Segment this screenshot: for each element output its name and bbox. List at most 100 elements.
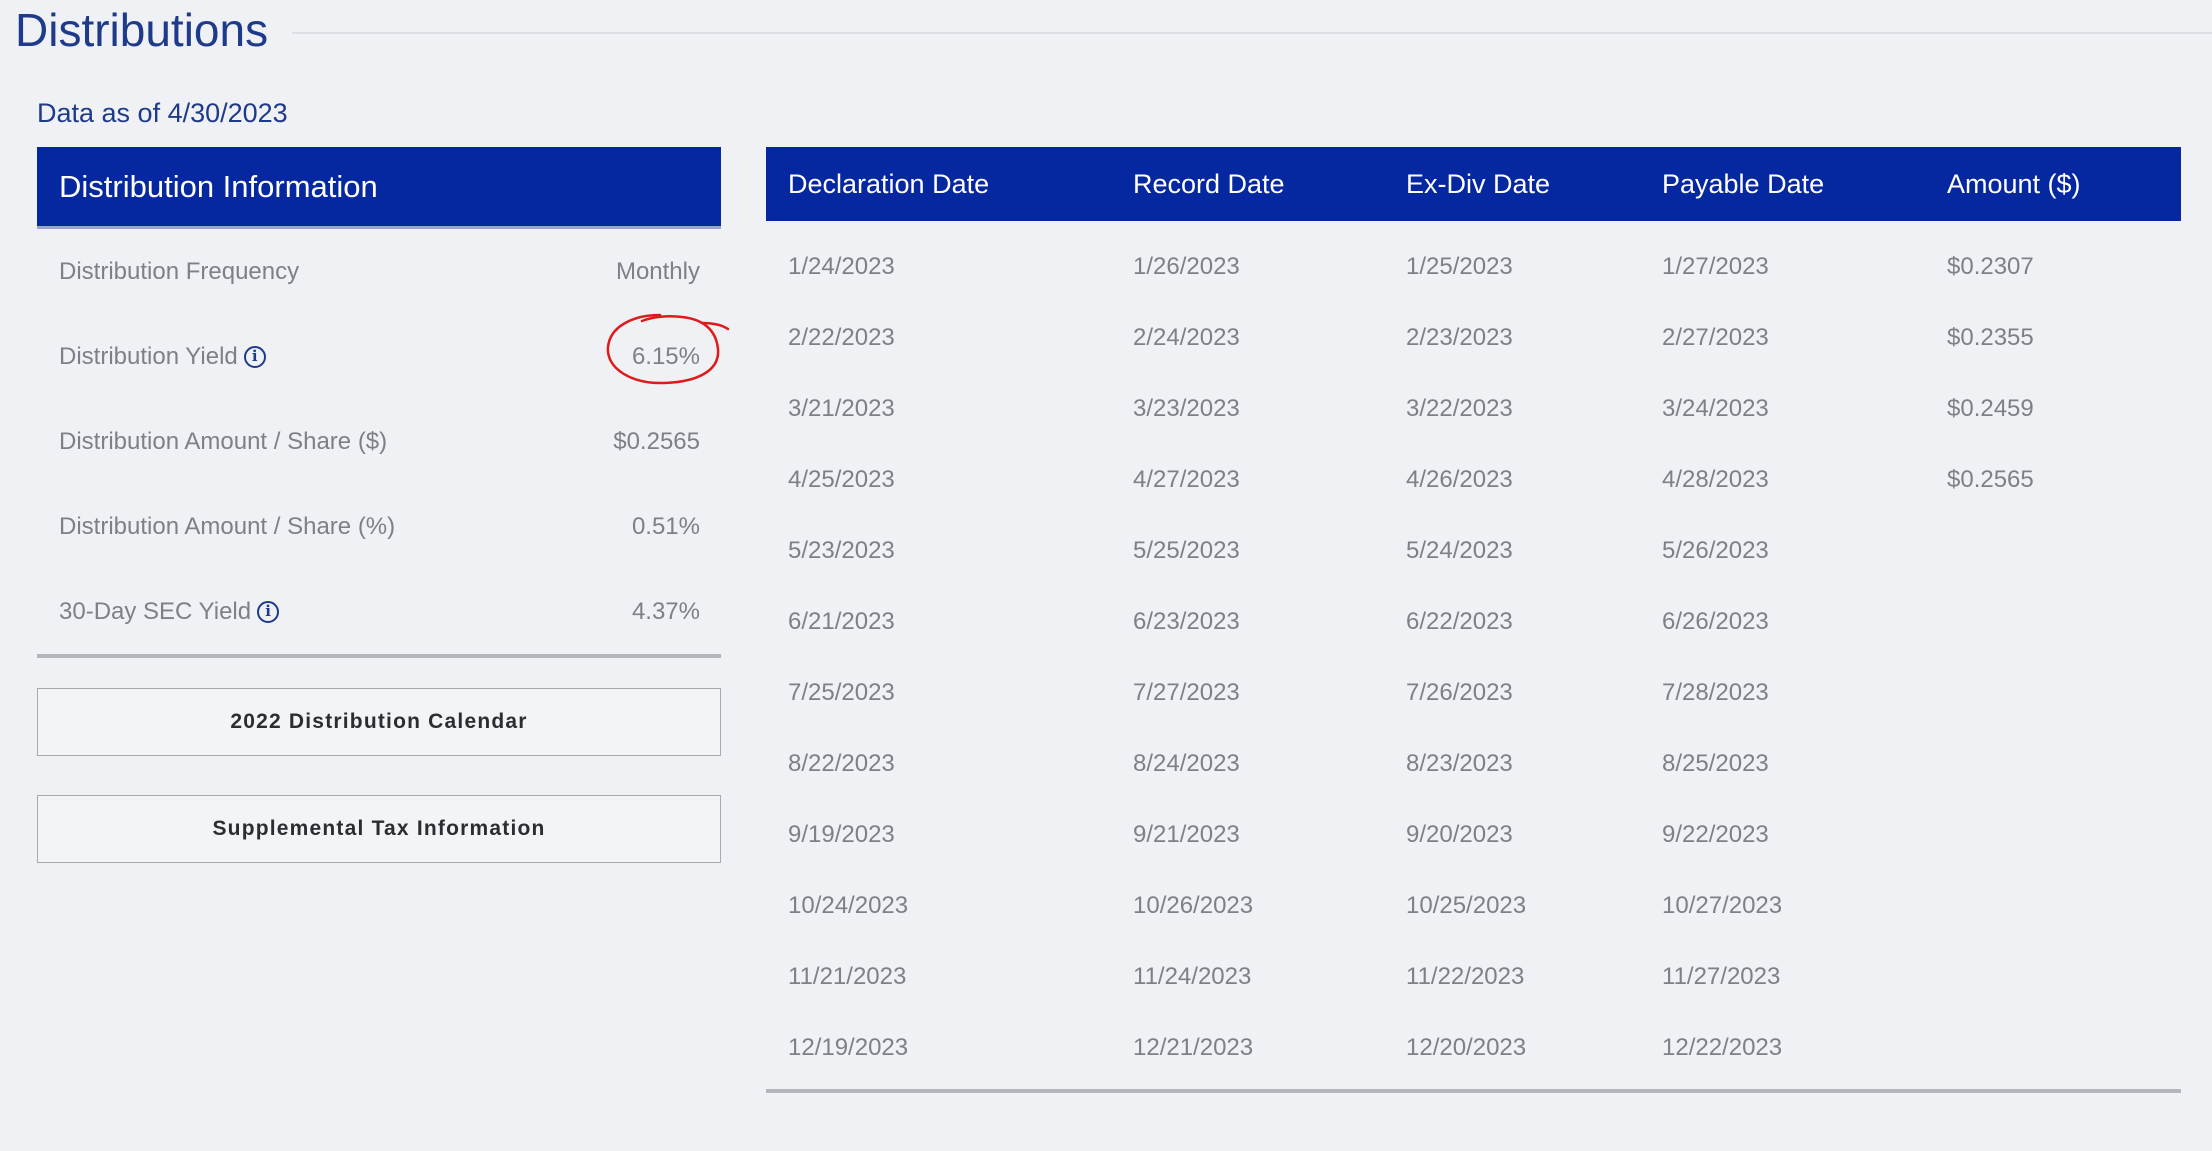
table-row: 9/19/2023 9/21/2023 9/20/2023 9/22/2023: [766, 799, 2181, 870]
info-row-label-text: Distribution Amount / Share (%): [59, 512, 396, 540]
info-row: Distribution Amount / Share (%) 0.51%: [37, 484, 721, 569]
circle-annotation-tail: [700, 321, 730, 330]
table-row: 5/23/2023 5/25/2023 5/24/2023 5/26/2023: [766, 515, 2181, 586]
table-cell: 2/22/2023: [788, 323, 895, 351]
info-row-label: 30-Day SEC Yield i: [59, 597, 280, 626]
table-cell: 4/28/2023: [1662, 465, 1769, 493]
table-cell: 10/27/2023: [1662, 891, 1783, 919]
table-cell: 5/26/2023: [1662, 536, 1769, 564]
table-cell: 5/23/2023: [788, 536, 895, 564]
info-row-label-text: Distribution Yield: [59, 342, 238, 370]
info-row-value: $0.2565: [613, 428, 700, 456]
table-cell: 12/21/2023: [1133, 1033, 1254, 1061]
table-cell: 12/20/2023: [1406, 1033, 1527, 1061]
info-row-value-text: 4.37%: [631, 597, 700, 625]
table-cell: 7/27/2023: [1133, 678, 1240, 706]
info-row-value: 6.15%: [606, 313, 730, 384]
table-cell: 11/21/2023: [788, 962, 907, 990]
table-cell: 12/19/2023: [788, 1033, 909, 1061]
info-row-value: 0.51%: [632, 513, 700, 541]
table-cell: 2/24/2023: [1133, 323, 1240, 351]
info-row-label-text: Distribution Frequency: [59, 257, 300, 285]
distribution-info-panel: Distribution Information Distribution Fr…: [37, 147, 730, 658]
info-row-label-text: Distribution Amount / Share ($): [59, 427, 388, 455]
distribution-table: Declaration Date Record Date Ex-Div Date Pa…: [766, 147, 2181, 1093]
table-cell: 1/26/2023: [1133, 252, 1240, 280]
info-icon[interactable]: i: [243, 345, 266, 368]
table-row: 2/22/2023 2/24/2023 2/23/2023 2/27/2023 $0.2…: [766, 302, 2181, 373]
info-row: Distribution Frequency Monthly: [37, 229, 721, 314]
info-row-value-text: $0.2565: [613, 427, 700, 455]
column-header: Payable Date: [1662, 168, 1825, 199]
table-cell: 2/27/2023: [1662, 323, 1769, 351]
table-cell: 3/24/2023: [1662, 394, 1769, 422]
table-cell: 10/26/2023: [1133, 891, 1254, 919]
table-cell: 8/25/2023: [1662, 749, 1769, 777]
info-row: Distribution Yield i 6.15%: [37, 313, 730, 399]
distribution-info-header: Distribution Information: [37, 147, 721, 229]
distribution-calendar-button[interactable]: 2022 Distribution Calendar: [37, 688, 721, 756]
distribution-info-rows: Distribution Frequency Monthly Distributio…: [37, 229, 730, 658]
table-cell: 6/21/2023: [788, 607, 895, 635]
table-header: Declaration Date Record Date Ex-Div Date Pa…: [766, 147, 2181, 221]
table-row: 7/25/2023 7/27/2023 7/26/2023 7/28/2023: [766, 657, 2181, 728]
info-row-label: Distribution Amount / Share ($): [59, 428, 387, 456]
table-cell: 10/25/2023: [1406, 891, 1527, 919]
table-cell: 7/25/2023: [788, 678, 895, 706]
table-row: 4/25/2023 4/27/2023 4/26/2023 4/28/2023 $0.2…: [766, 444, 2181, 515]
table-row: 3/21/2023 3/23/2023 3/22/2023 3/24/2023 $0.2…: [766, 373, 2181, 444]
table-cell: 7/28/2023: [1662, 678, 1769, 706]
column-header: Record Date: [1133, 168, 1285, 199]
column-header: Amount ($): [1947, 168, 2081, 199]
table-cell: 2/23/2023: [1406, 323, 1513, 351]
table-cell: 12/22/2023: [1662, 1033, 1783, 1061]
table-cell: 8/22/2023: [788, 749, 895, 777]
table-cell: 9/22/2023: [1662, 820, 1769, 848]
column-header: Declaration Date: [788, 168, 990, 199]
info-row-label-text: 30-Day SEC Yield: [59, 597, 252, 625]
table-cell: 3/22/2023: [1406, 394, 1513, 422]
table-row: 8/22/2023 8/24/2023 8/23/2023 8/25/2023: [766, 728, 2181, 799]
table-cell: $0.2565: [1947, 465, 2034, 493]
table-cell: 9/20/2023: [1406, 820, 1513, 848]
table-cell: 5/25/2023: [1133, 536, 1240, 564]
table-cell: 6/23/2023: [1133, 607, 1240, 635]
table-cell: 4/26/2023: [1406, 465, 1513, 493]
info-row-value-text: 0.51%: [631, 512, 700, 540]
info-row-value: Monthly: [616, 258, 700, 286]
page-title: Distributions: [15, 4, 269, 56]
table-cell: $0.2307: [1947, 252, 2034, 280]
table-cell: 6/26/2023: [1662, 607, 1769, 635]
table-body: 1/24/2023 1/26/2023 1/25/2023 1/27/2023 $0.2…: [766, 221, 2181, 1093]
info-row-label: Distribution Amount / Share (%): [59, 513, 395, 541]
table-row: 10/24/2023 10/26/2023 10/25/2023 10/27/2023: [766, 870, 2181, 941]
data-as-of: Data as of 4/30/2023: [37, 98, 288, 128]
table-cell: 4/25/2023: [788, 465, 895, 493]
info-row-value: 4.37%: [632, 598, 700, 626]
table-cell: 8/24/2023: [1133, 749, 1240, 777]
info-row: 30-Day SEC Yield i 4.37%: [37, 569, 721, 654]
supplemental-tax-button[interactable]: Supplemental Tax Information: [37, 795, 721, 863]
table-cell: 6/22/2023: [1406, 607, 1513, 635]
table-cell: $0.2355: [1947, 323, 2034, 351]
table-cell: 9/19/2023: [788, 820, 895, 848]
table-cell: 8/23/2023: [1406, 749, 1513, 777]
table-cell: 7/26/2023: [1406, 678, 1513, 706]
info-row-value-text: Monthly: [615, 257, 700, 285]
table-row: 11/21/2023 11/24/2023 11/22/2023 11/27/2023: [766, 941, 2181, 1012]
table-cell: 11/22/2023: [1406, 962, 1525, 990]
info-row-value-text: 6.15%: [631, 342, 700, 370]
table-cell: $0.2459: [1947, 394, 2034, 422]
title-divider: [292, 32, 2212, 34]
table-row: 6/21/2023 6/23/2023 6/22/2023 6/26/2023: [766, 586, 2181, 657]
table-cell: 5/24/2023: [1406, 536, 1513, 564]
info-row-label: Distribution Frequency: [59, 258, 299, 286]
table-cell: 9/21/2023: [1133, 820, 1240, 848]
table-cell: 10/24/2023: [788, 891, 909, 919]
table-cell: 3/23/2023: [1133, 394, 1240, 422]
info-icon[interactable]: i: [257, 600, 280, 623]
column-header: Ex-Div Date: [1406, 168, 1551, 199]
info-row: Distribution Amount / Share ($) $0.2565: [37, 399, 721, 484]
table-cell: 1/27/2023: [1662, 252, 1769, 280]
table-row: 1/24/2023 1/26/2023 1/25/2023 1/27/2023 $0.2…: [766, 231, 2181, 302]
